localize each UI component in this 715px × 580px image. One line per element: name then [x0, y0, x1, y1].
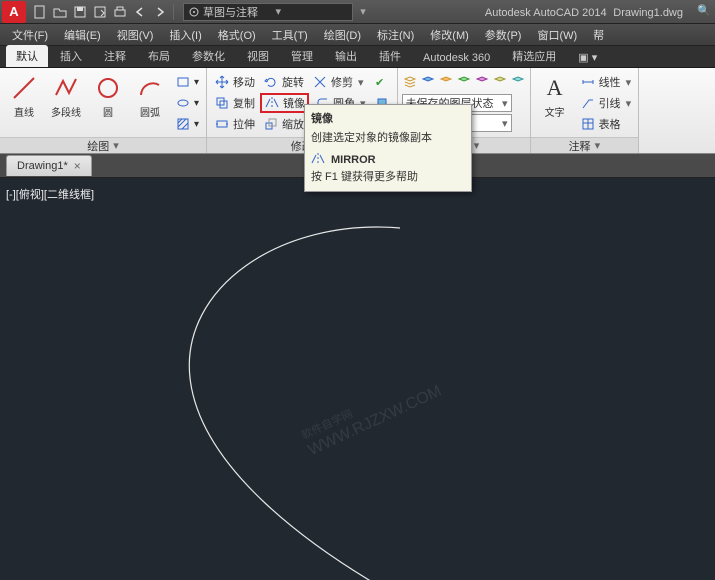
- tab-a360[interactable]: Autodesk 360: [413, 49, 500, 67]
- tab-output[interactable]: 输出: [325, 45, 367, 67]
- panel-draw: 直线 多段线 圆 圆弧 ▾ ▾ ▾ 绘图▾: [0, 68, 207, 153]
- open-icon[interactable]: [51, 3, 69, 21]
- tab-extra[interactable]: ▣ ▾: [568, 48, 607, 67]
- arc-button[interactable]: 圆弧: [130, 72, 170, 121]
- title-bar: Autodesk AutoCAD 2014 Drawing1.dwg: [485, 5, 693, 19]
- rect-icon[interactable]: ▾: [172, 72, 202, 92]
- menu-view[interactable]: 视图(V): [111, 25, 160, 45]
- drawing-content: [0, 178, 715, 580]
- layer-prev-icon[interactable]: [510, 74, 526, 90]
- new-icon[interactable]: [31, 3, 49, 21]
- mirror-button[interactable]: 镜像: [260, 93, 309, 113]
- saveas-icon[interactable]: [91, 3, 109, 21]
- ribbon-tabs: 默认 插入 注释 布局 参数化 视图 管理 输出 插件 Autodesk 360…: [0, 46, 715, 68]
- undo-icon[interactable]: [131, 3, 149, 21]
- layer-iso-icon[interactable]: [438, 74, 454, 90]
- app-logo[interactable]: A: [2, 1, 26, 23]
- rotate-button[interactable]: 旋转: [260, 72, 307, 92]
- circle-button[interactable]: 圆: [88, 72, 128, 121]
- layer-freeze-icon[interactable]: [456, 74, 472, 90]
- layer-match-icon[interactable]: [492, 74, 508, 90]
- hatch-icon[interactable]: ▾: [172, 114, 202, 134]
- copy-button[interactable]: 复制: [211, 93, 258, 113]
- menu-insert[interactable]: 插入(I): [163, 25, 207, 45]
- tab-featured[interactable]: 精选应用: [502, 45, 566, 67]
- qat-dropdown-icon[interactable]: ▾: [354, 3, 372, 21]
- menu-modify[interactable]: 修改(M): [424, 25, 475, 45]
- tab-layout[interactable]: 布局: [138, 45, 180, 67]
- tab-annotate[interactable]: 注释: [94, 45, 136, 67]
- save-icon[interactable]: [71, 3, 89, 21]
- table-button[interactable]: 表格: [577, 114, 635, 134]
- tab-insert[interactable]: 插入: [50, 45, 92, 67]
- tab-plugins[interactable]: 插件: [369, 45, 411, 67]
- menu-draw[interactable]: 绘图(D): [318, 25, 367, 45]
- menu-window[interactable]: 窗口(W): [531, 25, 583, 45]
- tooltip-description: 创建选定对象的镜像副本: [311, 130, 465, 147]
- menu-file[interactable]: 文件(F): [6, 25, 54, 45]
- drawing-canvas[interactable]: [-][俯视][二维线框] 软件自学网 WWW.RJZXW.COM: [0, 178, 715, 580]
- trim-button[interactable]: 修剪▾: [309, 72, 367, 92]
- tooltip-help: 按 F1 键获得更多帮助: [311, 169, 465, 186]
- tooltip-title: 镜像: [311, 111, 465, 128]
- tooltip: 镜像 创建选定对象的镜像副本 MIRROR 按 F1 键获得更多帮助: [304, 104, 472, 192]
- tab-parametric[interactable]: 参数化: [182, 45, 235, 67]
- leader-button[interactable]: 引线▾: [577, 93, 635, 113]
- linear-dim-button[interactable]: 线性▾: [577, 72, 635, 92]
- redo-icon[interactable]: [151, 3, 169, 21]
- plot-icon[interactable]: [111, 3, 129, 21]
- tab-manage[interactable]: 管理: [281, 45, 323, 67]
- close-tab-icon[interactable]: ×: [74, 159, 81, 173]
- layer-lock-icon[interactable]: [474, 74, 490, 90]
- move-button[interactable]: 移动: [211, 72, 258, 92]
- quick-access-toolbar: A 草图与注释▾ ▾ Autodesk AutoCAD 2014 Drawing…: [0, 0, 715, 24]
- menu-tools[interactable]: 工具(T): [266, 25, 314, 45]
- stretch-button[interactable]: 拉伸: [211, 114, 258, 134]
- workspace-selector[interactable]: 草图与注释▾: [183, 3, 353, 21]
- scale-button[interactable]: 缩放: [260, 114, 307, 134]
- mirror-icon: [311, 152, 327, 168]
- menu-parametric[interactable]: 参数(P): [479, 25, 528, 45]
- menu-dimension[interactable]: 标注(N): [371, 25, 420, 45]
- layer-props-icon[interactable]: [402, 74, 418, 90]
- menu-edit[interactable]: 编辑(E): [58, 25, 107, 45]
- search-icon[interactable]: 🔍: [697, 4, 713, 20]
- ellipse-icon[interactable]: ▾: [172, 93, 202, 113]
- menu-format[interactable]: 格式(O): [212, 25, 262, 45]
- polyline-button[interactable]: 多段线: [46, 72, 86, 121]
- layer-off-icon[interactable]: [420, 74, 436, 90]
- check-icon[interactable]: ✔: [369, 72, 391, 92]
- tab-view[interactable]: 视图: [237, 45, 279, 67]
- tooltip-command: MIRROR: [311, 152, 465, 169]
- text-button[interactable]: A文字: [535, 72, 575, 121]
- menu-bar: 文件(F) 编辑(E) 视图(V) 插入(I) 格式(O) 工具(T) 绘图(D…: [0, 24, 715, 46]
- tab-home[interactable]: 默认: [6, 45, 48, 67]
- menu-help[interactable]: 帮: [587, 25, 610, 45]
- panel-annotate: A文字 线性▾ 引线▾ 表格 注释▾: [531, 68, 640, 153]
- line-button[interactable]: 直线: [4, 72, 44, 121]
- document-tab[interactable]: Drawing1*×: [6, 155, 92, 176]
